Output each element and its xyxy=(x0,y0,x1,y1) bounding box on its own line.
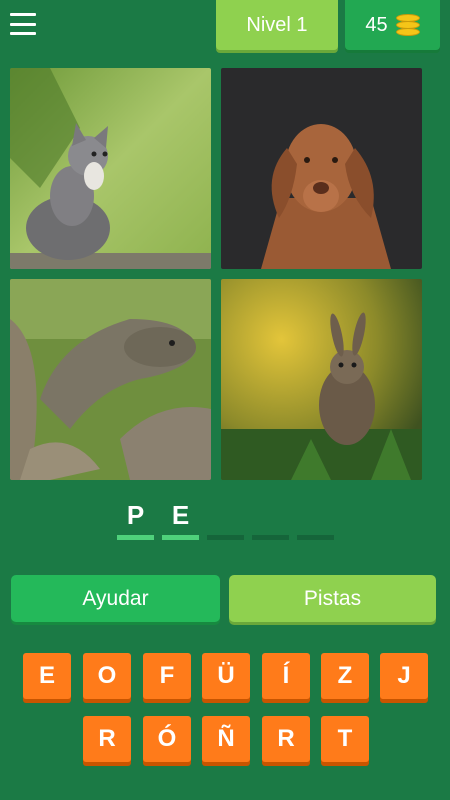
answer-slot[interactable]: E xyxy=(162,500,199,540)
coins-count: 45 xyxy=(365,13,388,36)
answer-slots: P E xyxy=(117,500,334,540)
answer-slot[interactable] xyxy=(207,500,244,540)
letter-key[interactable]: E xyxy=(23,653,71,699)
letter-key[interactable]: R xyxy=(262,716,310,762)
coins-badge[interactable]: 45 xyxy=(345,0,440,50)
tortoise-photo xyxy=(10,279,211,480)
keyboard-row-1: E O F Ü Í Z J xyxy=(0,653,450,703)
kitten-photo xyxy=(10,68,211,269)
letter-key[interactable]: J xyxy=(380,653,428,699)
answer-slot[interactable] xyxy=(297,500,334,540)
letter-key[interactable]: O xyxy=(83,653,131,699)
answer-letter: E xyxy=(171,500,190,530)
answer-slot[interactable]: P xyxy=(117,500,154,540)
letter-key[interactable]: F xyxy=(143,653,191,699)
letter-key[interactable]: Z xyxy=(321,653,369,699)
level-badge: Nivel 1 xyxy=(216,0,338,50)
letter-key[interactable]: Ó xyxy=(143,716,191,762)
hamburger-menu-icon[interactable] xyxy=(10,13,36,35)
top-bar: Nivel 1 45 xyxy=(0,0,450,55)
coin-stack-icon xyxy=(395,14,420,36)
keyboard-row-2: R Ó Ñ R T xyxy=(0,716,450,766)
letter-key[interactable]: Ü xyxy=(202,653,250,699)
letter-key[interactable]: Í xyxy=(262,653,310,699)
answer-letter: P xyxy=(126,500,145,530)
level-label: Nivel 1 xyxy=(246,13,308,36)
help-button[interactable]: Ayudar xyxy=(11,575,220,622)
hints-button[interactable]: Pistas xyxy=(229,575,436,622)
letter-key[interactable]: Ñ xyxy=(202,716,250,762)
photo-grid xyxy=(10,68,422,480)
answer-slot[interactable] xyxy=(252,500,289,540)
rabbit-photo xyxy=(221,279,422,480)
letter-key[interactable]: T xyxy=(321,716,369,762)
letter-key[interactable]: R xyxy=(83,716,131,762)
dog-photo xyxy=(221,68,422,269)
